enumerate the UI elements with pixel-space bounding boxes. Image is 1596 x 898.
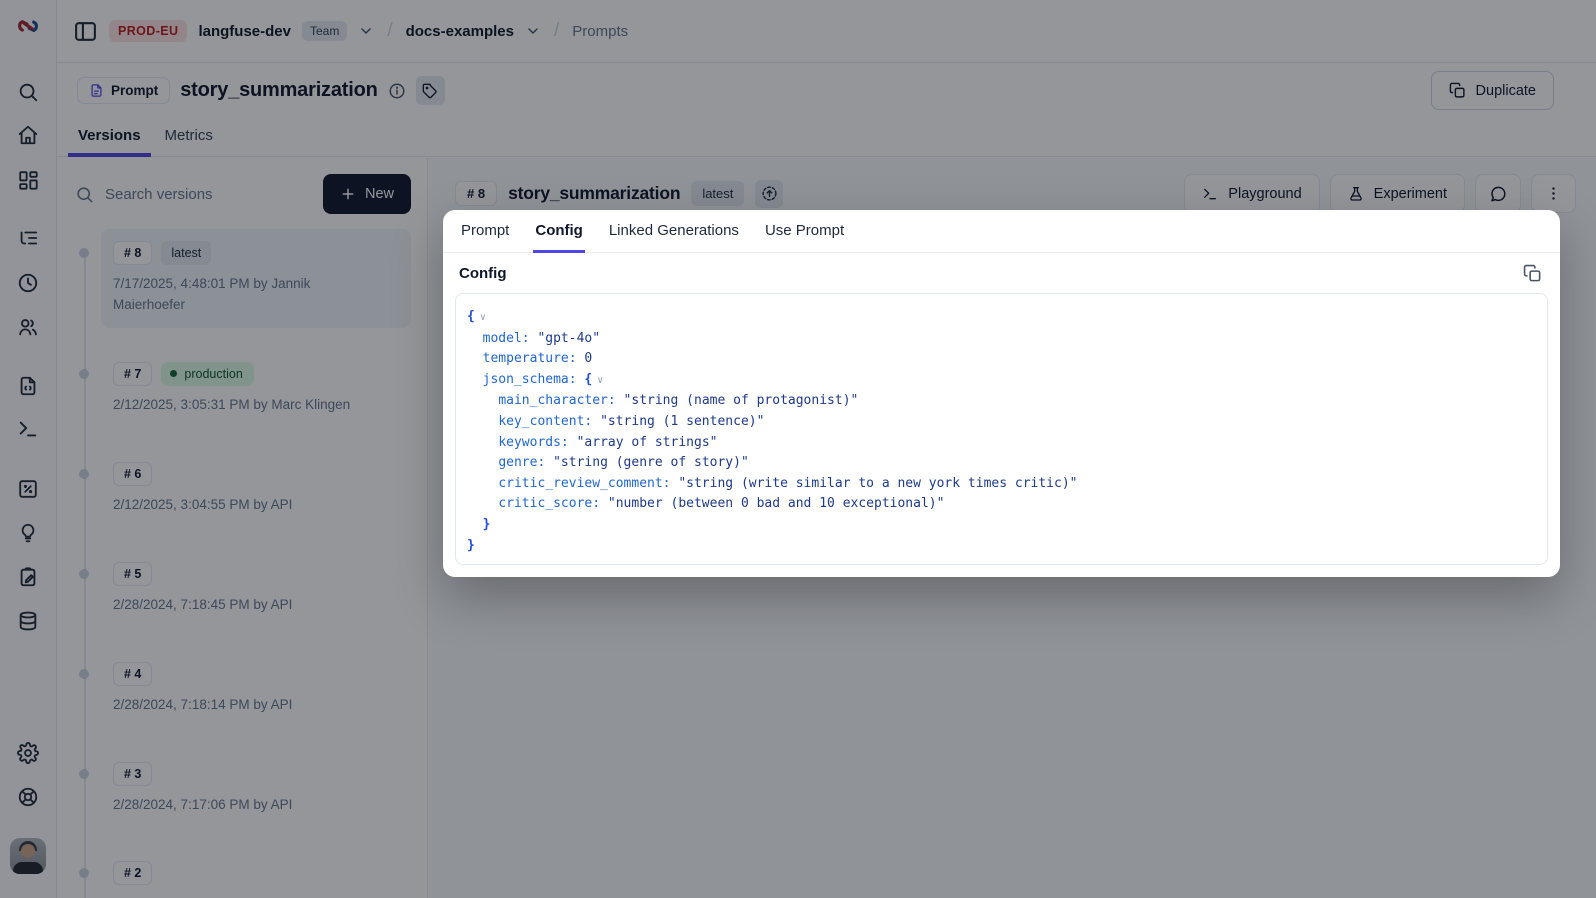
- code-line: }: [467, 536, 1539, 557]
- code-line: }: [467, 515, 1539, 536]
- config-code[interactable]: {∨ model: "gpt-4o" temperature: 0 json_s…: [455, 293, 1548, 565]
- dialog-tab[interactable]: Config: [525, 210, 592, 252]
- config-section-title: Config: [459, 265, 506, 282]
- dialog-tab[interactable]: Prompt: [451, 210, 519, 252]
- code-line: genre: "string (genre of story)": [467, 453, 1539, 474]
- collapse-chevron-icon[interactable]: ∨: [592, 375, 603, 386]
- code-line: {∨: [467, 307, 1539, 329]
- code-line: key_content: "string (1 sentence)": [467, 412, 1539, 433]
- prompt-detail-dialog: PromptConfigLinked GenerationsUse Prompt…: [443, 210, 1560, 577]
- dialog-tab[interactable]: Use Prompt: [755, 210, 854, 252]
- code-line: main_character: "string (name of protago…: [467, 391, 1539, 412]
- code-line: critic_review_comment: "string (write si…: [467, 474, 1539, 495]
- code-line: model: "gpt-4o": [467, 329, 1539, 350]
- code-line: keywords: "array of strings": [467, 433, 1539, 454]
- dialog-tab[interactable]: Linked Generations: [599, 210, 749, 252]
- collapse-chevron-icon[interactable]: ∨: [475, 312, 486, 323]
- code-line: temperature: 0: [467, 349, 1539, 370]
- code-line: critic_score: "number (between 0 bad and…: [467, 494, 1539, 515]
- code-line: json_schema: {∨: [467, 370, 1539, 392]
- dialog-tabs: PromptConfigLinked GenerationsUse Prompt: [443, 210, 1560, 253]
- copy-config-icon[interactable]: [1523, 264, 1542, 283]
